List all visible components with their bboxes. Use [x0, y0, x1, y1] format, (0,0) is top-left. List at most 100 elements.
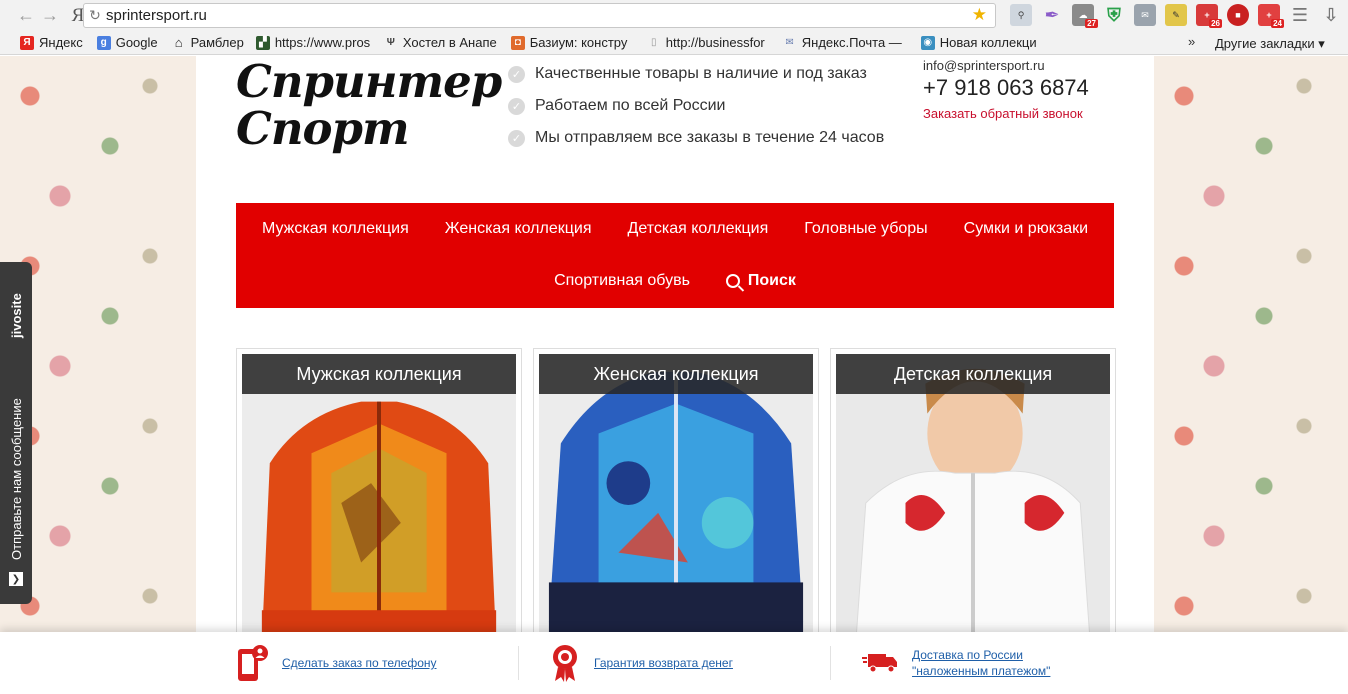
bookmark-rambler[interactable]: ⌂ Рамблер — [172, 35, 244, 50]
feature-item: ✓ Мы отправляем все заказы в течение 24 … — [508, 122, 884, 154]
page-icon: ▯ — [650, 37, 657, 48]
delivery-info[interactable]: Доставка по России "наложенным платежом" — [862, 632, 1050, 694]
bookmark-label: Рамблер — [190, 35, 244, 50]
browser-toolbar: ← → Я ↻ sprintersport.ru ★ ⚲ ✒ ☁ 27 ⛨ ✉ ✎… — [0, 0, 1348, 31]
check-icon: ✓ — [508, 65, 525, 83]
menu-item-bags[interactable]: Сумки и рюкзаки — [964, 220, 1088, 238]
callback-link[interactable]: Заказать обратный звонок — [923, 106, 1089, 121]
feature-item: ✓ Качественные товары в наличие и под за… — [508, 58, 884, 90]
bookmark-label: https://www.pros — [274, 35, 371, 50]
background-pattern-right — [1154, 56, 1348, 694]
feature-text: Качественные товары в наличие и под зака… — [535, 65, 867, 82]
award-ribbon-icon — [553, 645, 577, 682]
delivery-line-1: Доставка по России — [912, 648, 1023, 662]
order-by-phone[interactable]: Сделать заказ по телефону — [236, 632, 437, 694]
bookmark-label: Яндекс.Почта — — [801, 35, 902, 50]
magnifier-extension-icon[interactable]: ⚲ — [1010, 4, 1032, 26]
site-logo[interactable]: Спринтер Спорт — [236, 56, 502, 155]
home-icon: ⌂ — [174, 35, 183, 50]
logo-line-1: Спринтер — [236, 56, 502, 108]
shield-extension-icon[interactable]: ⛨ — [1103, 4, 1125, 26]
jivosite-widget[interactable]: jivosite Отправьте нам сообщение ❯ — [0, 262, 32, 604]
counter-extension-icon[interactable]: +26 — [1196, 4, 1222, 28]
bookmark-google[interactable]: g Google — [96, 35, 158, 50]
card-inner: Детская коллекция — [836, 354, 1110, 642]
menu-search[interactable]: Поиск — [725, 272, 796, 290]
back-button[interactable]: ← — [14, 4, 38, 28]
features-list: ✓ Качественные товары в наличие и под за… — [508, 58, 884, 154]
site-icon: ▞ — [255, 35, 270, 50]
menu-item-kids[interactable]: Детская коллекция — [628, 220, 769, 238]
feather-extension-icon[interactable]: ✒ — [1041, 4, 1063, 26]
google-icon: g — [96, 35, 111, 50]
phone-order-icon — [238, 645, 268, 681]
contact-phone[interactable]: +7 918 063 6874 — [923, 75, 1089, 101]
mail-icon: ✉ — [785, 37, 794, 48]
mens-jacket-image — [242, 354, 516, 642]
bookmark-pros[interactable]: ▞ https://www.pros — [255, 35, 376, 50]
menu-icon[interactable]: ☰ — [1289, 4, 1311, 26]
kids-jacket-image — [836, 354, 1110, 642]
bookmark-label: Хостел в Анапе — [402, 35, 497, 50]
bottom-info-bar: Сделать заказ по телефону Гарантия возвр… — [0, 632, 1348, 694]
page-icon: ↻ — [89, 7, 101, 23]
contacts: info@sprintersport.ru +7 918 063 6874 За… — [923, 58, 1089, 121]
bookmark-hostel[interactable]: Ψ Хостел в Анапе — [384, 35, 497, 50]
bookmark-label: Google — [115, 35, 158, 50]
more-bookmarks-chevron-icon[interactable]: » — [1188, 34, 1195, 49]
plus-extension-icon[interactable]: +24 — [1258, 4, 1284, 28]
bookmark-yandex[interactable]: Я Яндекс — [20, 35, 83, 50]
bookmark-bazium[interactable]: ◘ Базиум: констру — [510, 35, 637, 50]
other-bookmarks[interactable]: Другие закладки ▾ — [1215, 36, 1325, 52]
weather-extension-icon[interactable]: ☁ 27 — [1072, 4, 1098, 28]
divider — [830, 646, 831, 680]
menu-row-2: Спортивная обувь Поиск — [236, 255, 1114, 307]
download-icon[interactable]: ⇩ — [1320, 4, 1342, 26]
page-viewport: Спринтер Спорт ✓ Качественные товары в н… — [0, 56, 1348, 694]
delivery-line-2: "наложенным платежом" — [912, 664, 1051, 678]
jivosite-cta: Отправьте нам сообщение — [9, 398, 24, 560]
check-icon: ✓ — [508, 129, 525, 147]
feature-text: Мы отправляем все заказы в течение 24 ча… — [535, 129, 885, 146]
fork-icon: Ψ — [386, 37, 395, 48]
card-mens[interactable]: Мужская коллекция — [236, 348, 522, 648]
card-title: Детская коллекция — [836, 354, 1110, 394]
forward-button[interactable]: → — [38, 4, 62, 28]
card-womens[interactable]: Женская коллекция — [533, 348, 819, 648]
menu-item-womens[interactable]: Женская коллекция — [445, 220, 592, 238]
card-title: Мужская коллекция — [242, 354, 516, 394]
card-kids[interactable]: Детская коллекция — [830, 348, 1116, 648]
globe-icon: ◉ — [920, 35, 935, 50]
bookmark-label: http://businessfor — [665, 35, 765, 50]
card-inner: Женская коллекция — [539, 354, 813, 642]
bookmark-businessfor[interactable]: ▯ http://businessfor — [647, 35, 775, 50]
search-label: Поиск — [747, 272, 796, 289]
contact-email[interactable]: info@sprintersport.ru — [923, 58, 1089, 73]
feature-item: ✓ Работаем по всей России — [508, 90, 884, 122]
bookmark-label: Новая коллекци — [939, 35, 1037, 50]
bookmark-yandex-mail[interactable]: ✉ Яндекс.Почта — — [783, 35, 911, 50]
money-back-guarantee[interactable]: Гарантия возврата денег — [550, 632, 733, 694]
guarantee-link[interactable]: Гарантия возврата денег — [594, 655, 733, 671]
extension-icons: ⚲ ✒ ☁ 27 ⛨ ✉ ✎ +26 ■ +24 ☰ ⇩ — [1010, 4, 1342, 28]
collection-cards: Мужская коллекция Женская коллекция Детс… — [236, 348, 1116, 648]
womens-jacket-image — [539, 354, 813, 642]
order-by-phone-link[interactable]: Сделать заказ по телефону — [282, 655, 437, 671]
bookmark-new-collection[interactable]: ◉ Новая коллекци — [920, 35, 1049, 50]
card-title: Женская коллекция — [539, 354, 813, 394]
address-bar[interactable]: ↻ sprintersport.ru ★ — [83, 3, 996, 28]
logo-line-2: Спорт — [236, 102, 410, 155]
notes-extension-icon[interactable]: ✎ — [1165, 4, 1187, 26]
mail-extension-icon[interactable]: ✉ — [1134, 4, 1156, 26]
bookmark-label: Яндекс — [39, 35, 83, 50]
bookmark-star-icon[interactable]: ★ — [972, 5, 987, 25]
adblock-extension-icon[interactable]: ■ — [1227, 4, 1249, 26]
menu-item-mens[interactable]: Мужская коллекция — [262, 220, 409, 238]
page-content: Спринтер Спорт ✓ Качественные товары в н… — [196, 56, 1154, 694]
card-inner: Мужская коллекция — [242, 354, 516, 642]
menu-item-headwear[interactable]: Головные уборы — [804, 220, 927, 238]
url-text[interactable]: sprintersport.ru — [106, 7, 207, 24]
jivosite-brand: jivosite — [9, 293, 24, 338]
menu-item-shoes[interactable]: Спортивная обувь — [554, 272, 690, 290]
delivery-link[interactable]: Доставка по России "наложенным платежом" — [912, 647, 1050, 679]
